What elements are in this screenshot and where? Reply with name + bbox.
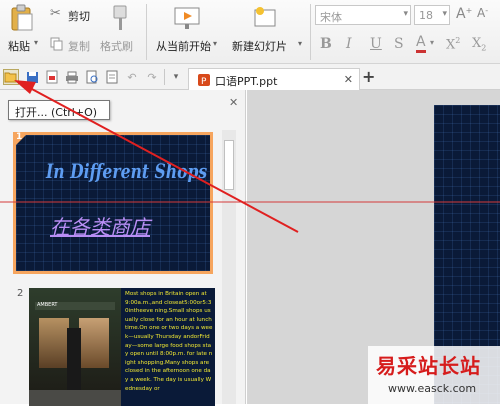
scissors-icon: ✂ [50,6,61,21]
font-size-value: 18 [419,9,433,22]
shrink-font-letter: A [477,6,486,20]
shop-sign: AMBERT [37,302,58,308]
italic-button[interactable]: I [346,36,352,52]
strikethrough-button[interactable]: S [394,36,404,52]
copy-button[interactable]: 复制 [50,36,96,54]
font-size-select[interactable]: 18 ▾ [414,5,450,25]
toolbar-divider [164,69,165,85]
start-from-current-arrow[interactable]: ▾ [213,39,217,48]
slide-number: 1 [16,132,23,142]
subscript-letter: X [472,36,482,51]
new-slide-arrow[interactable]: ▾ [298,39,302,48]
chevron-down-icon: ▾ [173,72,179,82]
svg-text:P: P [201,77,207,87]
ppt-file-icon: P [198,74,210,87]
ribbon-separator [146,4,147,60]
print-button[interactable] [64,69,80,85]
grow-font-letter: A [456,6,466,22]
format-painter-button[interactable]: 格式刷 [100,2,142,60]
superscript-letter: X [446,37,456,53]
font-name-select[interactable]: 宋体 ▾ [315,5,411,25]
shop-window [79,318,109,368]
bold-button[interactable]: B [320,36,332,52]
undo-button[interactable]: ↶ [124,69,140,85]
shrink-font-button[interactable]: A- [477,6,495,24]
new-slide-label: 新建幻灯片 [232,40,287,53]
folder-open-icon [4,72,17,83]
subscript-mark: 2 [481,43,487,53]
font-color-button[interactable]: A [416,34,426,53]
grow-font-button[interactable]: A+ [456,6,474,24]
underline-button[interactable]: U [370,36,382,52]
format-painter-label: 格式刷 [100,40,133,53]
scrollbar-thumb[interactable] [224,140,234,190]
pane-scrollbar[interactable] [222,130,236,404]
font-color-dropdown[interactable]: ▾ [430,38,434,47]
close-icon[interactable]: ✕ [344,73,353,86]
start-from-current-label: 从当前开始 [156,40,211,53]
print-preview-icon [86,70,97,84]
brush-icon [113,5,127,30]
clipboard-icon [11,4,33,31]
slide-subtitle: 在各类商店 [50,215,150,239]
open-tooltip: 打开... (Ctrl+O) [8,100,110,120]
new-slide-button[interactable]: 新建幻灯片 ▾ [228,2,306,60]
paste-label: 粘贴 [8,40,30,53]
redo-button[interactable]: ↷ [144,69,160,85]
shrink-font-minus: - [485,6,489,15]
slide-thumbnail[interactable]: AMBERT Most shops in Britain open at 9:0… [29,288,215,406]
export-pdf-button[interactable] [44,69,60,85]
watermark-url: www.easck.com [388,382,477,395]
slide-background [16,135,210,271]
superscript-button[interactable]: X2 [446,36,460,52]
print-preview-button[interactable] [84,69,100,85]
redo-icon: ↷ [147,70,157,84]
tab-title: 口语PPT.ppt [215,75,278,88]
pdf-icon [46,70,58,84]
slide-thumbnail-pane: ✕ In Different Shops 在各类商店 1 2 AMBERT Mo… [0,90,246,406]
save-button[interactable] [24,69,40,85]
tooltip-text: 打开... (Ctrl+O) [15,106,98,119]
copy-label: 复制 [68,40,90,53]
watermark: 易采站长站 www.easck.com [368,346,500,404]
grow-font-plus: + [465,6,473,15]
ribbon: 粘贴 ▾ ✂ 剪切 复制 格式刷 从当前开始 ▾ 新建幻灯片 ▾ 宋体 ▾ 18… [0,0,500,64]
slide-title: In Different Shops [46,159,208,183]
slideshow-play-icon [174,7,200,29]
slide-number: 2 [17,288,24,299]
cut-button[interactable]: ✂ 剪切 [50,6,100,24]
shop-window [39,318,69,368]
font-name-value: 宋体 [320,11,342,24]
paste-dropdown-arrow[interactable]: ▾ [34,38,38,47]
cut-label: 剪切 [68,10,90,23]
subscript-button[interactable]: X2 [472,36,486,53]
undo-icon: ↶ [127,70,137,84]
new-tab-button[interactable]: + [362,67,375,86]
ribbon-separator [310,4,311,60]
shop-door [67,328,81,398]
printer-icon [66,71,78,83]
chevron-down-icon[interactable]: ▾ [403,9,408,19]
tab-document[interactable]: P 口语PPT.ppt ✕ [188,68,360,90]
preview-button[interactable] [104,69,120,85]
copy-icon [50,37,63,51]
paste-button[interactable]: 粘贴 ▾ [4,2,44,60]
watermark-name: 易采站长站 [376,354,481,378]
shopfront-photo: AMBERT [29,288,121,406]
customize-toolbar-button[interactable]: ▾ [168,69,184,85]
open-file-button[interactable] [3,69,19,85]
slide-thumbnail[interactable]: In Different Shops 在各类商店 [13,132,213,274]
chevron-down-icon[interactable]: ▾ [442,9,447,19]
save-icon [26,71,38,83]
start-from-current-button[interactable]: 从当前开始 ▾ [152,2,222,60]
close-icon[interactable]: ✕ [229,96,238,109]
superscript-mark: 2 [455,36,461,45]
slide-body-text: Most shops in Britain open at 9:00a.m.,a… [125,291,213,392]
document-icon [106,70,118,84]
new-slide-icon [254,7,276,27]
